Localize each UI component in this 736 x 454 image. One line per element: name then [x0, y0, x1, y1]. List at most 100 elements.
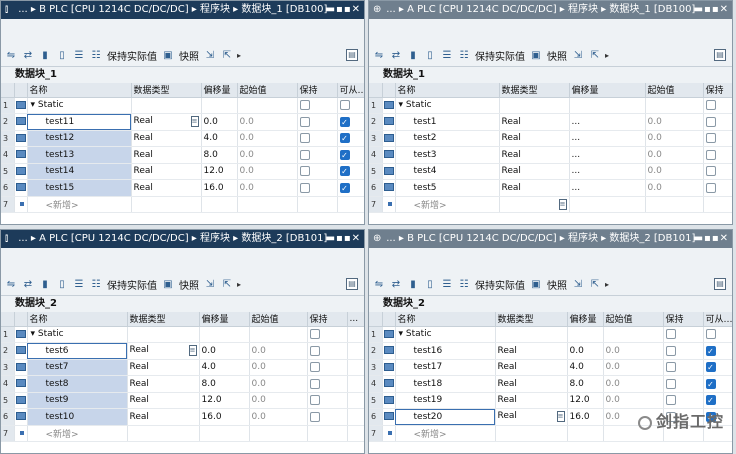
access-checkbox[interactable]: ✓ [705, 345, 716, 356]
window-controls[interactable]: ▬▪▪✕ [694, 1, 729, 19]
retain-checkbox[interactable] [705, 100, 716, 110]
col-header-access[interactable]: ... [347, 312, 364, 327]
load-snapshot-icon[interactable]: ⇱ [588, 49, 602, 63]
snapshot-icon[interactable]: ▣ [161, 49, 175, 63]
datatype-dropdown-icon[interactable]: ≡ [190, 116, 199, 128]
variable-name[interactable]: test18 [395, 375, 496, 393]
variable-name[interactable]: test9 [27, 392, 128, 409]
col-header-retain[interactable]: 保持 [297, 83, 338, 98]
variable-name[interactable]: test2 [395, 130, 500, 147]
collapse-icon[interactable]: ▯ [423, 278, 437, 292]
table-row[interactable]: 3 test17 Real 4.0 0.0 ✓ [369, 359, 732, 376]
variable-name[interactable]: test4 [395, 163, 500, 180]
add-row-icon[interactable]: ⇄ [21, 278, 35, 292]
retain-checkbox[interactable] [299, 182, 310, 193]
retain-checkbox[interactable] [665, 345, 676, 356]
access-checkbox[interactable]: ✓ [339, 116, 350, 127]
monitor-icon[interactable]: ☷ [457, 49, 471, 63]
variable-name[interactable]: test13 [27, 146, 132, 164]
retain-checkbox[interactable] [705, 133, 716, 143]
col-header-datatype[interactable]: 数据类型 [131, 83, 202, 98]
retain-checkbox[interactable] [309, 411, 320, 422]
variable-name[interactable]: test7 [27, 359, 128, 376]
table-row[interactable]: 3 test12 Real 4.0 0.0 ✓ [1, 130, 364, 147]
retain-checkbox[interactable] [665, 362, 676, 372]
col-header-access[interactable]: 可从… [337, 83, 364, 98]
table-row[interactable]: 1 ▾ Static [1, 97, 364, 114]
variable-name[interactable]: test16 [395, 342, 496, 360]
access-checkbox[interactable]: ✓ [339, 149, 350, 160]
insert-row-icon[interactable]: ⇋ [4, 49, 18, 63]
copy-snapshot-icon[interactable]: ⇲ [203, 49, 217, 63]
col-header-datatype[interactable]: 数据类型 [495, 312, 568, 327]
access-checkbox[interactable]: ✓ [339, 182, 350, 193]
table-row[interactable]: 6 test5 Real ... 0.0 [369, 179, 732, 197]
snapshot-button[interactable]: 快照 [178, 48, 200, 63]
table-row-add-new[interactable]: 7 <新增> ≡ [369, 196, 732, 213]
snapshot-button[interactable]: 快照 [178, 277, 200, 292]
load-snapshot-icon[interactable]: ⇱ [220, 49, 234, 63]
access-checkbox[interactable]: ✓ [705, 362, 716, 372]
toolbar-overflow-arrow[interactable]: ▸ [237, 280, 241, 289]
variable-name[interactable]: test3 [395, 146, 500, 164]
pin-icon[interactable]: ⊕ [373, 1, 383, 19]
insert-row-icon[interactable]: ⇋ [372, 278, 386, 292]
col-header-access[interactable]: 可从… [703, 312, 732, 327]
table-row[interactable]: 5 test9 Real 12.0 0.0 [1, 392, 364, 409]
table-row[interactable]: 2 test16 Real 0.0 0.0 ✓ [369, 342, 732, 360]
retain-checkbox[interactable] [309, 362, 320, 372]
pane-titlebar[interactable]: ⫾ ... ▸ A PLC [CPU 1214C DC/DC/DC] ▸ 程序块… [1, 230, 364, 248]
copy-snapshot-icon[interactable]: ⇲ [571, 49, 585, 63]
access-checkbox[interactable]: ✓ [339, 133, 350, 143]
retain-checkbox[interactable] [309, 329, 320, 339]
variable-name[interactable]: test19 [395, 392, 496, 409]
variable-name[interactable]: test5 [395, 179, 500, 197]
col-header-offset[interactable]: 偏移量 [569, 83, 646, 98]
table-row[interactable]: 1 ▾ Static [369, 326, 732, 343]
pane-titlebar[interactable]: ⊕ ... ▸ A PLC [CPU 1214C DC/DC/DC] ▸ 程序块… [369, 1, 732, 19]
add-new-placeholder[interactable]: <新增> [27, 425, 128, 442]
add-row-icon[interactable]: ⇄ [389, 49, 403, 63]
table-row[interactable]: 4 test8 Real 8.0 0.0 [1, 375, 364, 393]
snapshot-icon[interactable]: ▣ [529, 49, 543, 63]
retain-checkbox[interactable] [309, 345, 320, 356]
table-row[interactable]: 4 test3 Real ... 0.0 [369, 146, 732, 164]
window-controls[interactable]: ▬▪▪✕ [694, 230, 729, 248]
col-header-offset[interactable]: 偏移量 [201, 83, 238, 98]
table-row[interactable]: 2 test6 Real ≡ 0.0 0.0 [1, 342, 364, 360]
table-row[interactable]: 3 test7 Real 4.0 0.0 [1, 359, 364, 376]
retain-checkbox[interactable] [299, 133, 310, 143]
retain-checkbox[interactable] [665, 395, 676, 405]
window-controls[interactable]: ▬▪▪✕ [326, 1, 361, 19]
access-checkbox[interactable]: ✓ [705, 395, 716, 405]
table-row[interactable]: 1 ▾ Static [369, 97, 732, 114]
table-row[interactable]: 5 test19 Real 12.0 0.0 ✓ [369, 392, 732, 409]
list-icon[interactable]: ☰ [72, 49, 86, 63]
retain-checkbox[interactable] [705, 182, 716, 193]
snapshot-icon[interactable]: ▣ [529, 278, 543, 292]
table-row-add-new[interactable]: 7 <新增> [1, 196, 364, 213]
pin-icon[interactable]: ⫾ [5, 1, 15, 19]
table-row[interactable]: 4 test13 Real 8.0 0.0 ✓ [1, 146, 364, 164]
col-header-name[interactable]: 名称 [395, 83, 500, 98]
keep-actual-values-button[interactable]: 保持实际值 [474, 48, 526, 63]
pin-icon[interactable]: ⫾ [5, 230, 15, 248]
variable-name[interactable]: test6 [27, 342, 128, 360]
access-checkbox[interactable]: ✓ [705, 378, 716, 389]
pane-options-icon[interactable]: ▤ [714, 278, 726, 290]
window-controls[interactable]: ▬▪▪✕ [326, 230, 361, 248]
col-header-offset[interactable]: 偏移量 [567, 312, 604, 327]
retain-checkbox[interactable] [705, 166, 716, 176]
expand-icon[interactable]: ▮ [38, 49, 52, 63]
keep-actual-values-button[interactable]: 保持实际值 [106, 277, 158, 292]
retain-checkbox[interactable] [665, 329, 676, 339]
collapse-arrow-icon[interactable]: ▾ [31, 100, 38, 110]
load-snapshot-icon[interactable]: ⇱ [588, 278, 602, 292]
table-row[interactable]: 6 test10 Real 16.0 0.0 [1, 408, 364, 426]
snapshot-button[interactable]: 快照 [546, 277, 568, 292]
pane-options-icon[interactable]: ▤ [346, 49, 358, 61]
list-icon[interactable]: ☰ [440, 278, 454, 292]
col-header-start[interactable]: 起始值 [249, 312, 308, 327]
expand-icon[interactable]: ▮ [406, 49, 420, 63]
list-icon[interactable]: ☰ [440, 49, 454, 63]
